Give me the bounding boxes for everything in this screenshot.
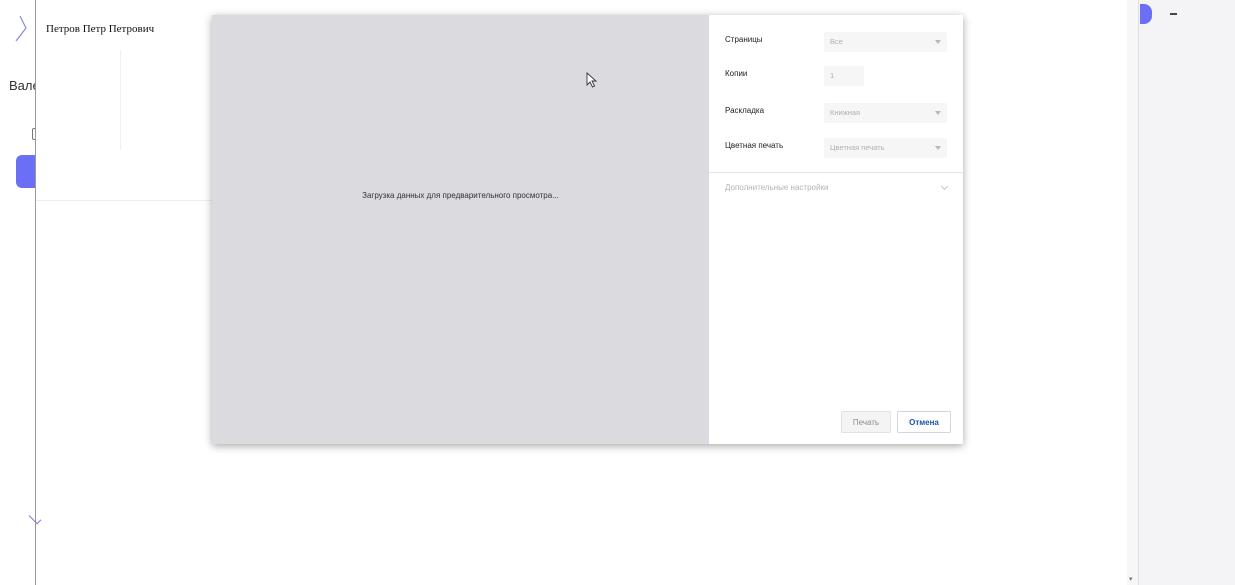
screen: Вале Петров Петр Петрович ▾ Загрузка дан… — [0, 0, 1235, 585]
advanced-settings-toggle[interactable]: Дополнительные настройки — [725, 182, 949, 197]
right-panel-tab[interactable] — [1140, 4, 1152, 24]
color-print-select[interactable]: Цветная печать — [824, 138, 947, 158]
color-print-row: Цветная печать Цветная печать — [725, 138, 947, 158]
advanced-settings-label: Дополнительные настройки — [725, 183, 829, 192]
print-preview: Загрузка данных для предварительного про… — [212, 15, 709, 444]
cancel-button[interactable]: Отмена — [897, 411, 951, 433]
dropdown-caret-icon — [935, 111, 941, 115]
color-print-value: Цветная печать — [830, 143, 885, 152]
pages-select[interactable]: Все — [824, 32, 947, 52]
chevron-down-icon — [940, 182, 949, 191]
preview-loading-message: Загрузка данных для предварительного про… — [362, 191, 559, 200]
layout-row: Раскладка Книжная — [725, 103, 947, 123]
print-settings-panel: Страницы Все Копии 1 Раскладка Книжная Ц… — [709, 15, 963, 444]
person-name: Петров Петр Петрович — [46, 23, 155, 35]
right-panel-marker — [1170, 13, 1177, 15]
copies-value: 1 — [830, 71, 835, 80]
pages-value: Все — [830, 37, 843, 46]
chevron-down-icon — [28, 511, 42, 525]
dropdown-caret-icon — [935, 40, 941, 44]
settings-divider — [709, 172, 963, 173]
scroll-down-icon[interactable]: ▾ — [1129, 575, 1133, 583]
copies-label: Копии — [725, 69, 748, 78]
print-button[interactable]: Печать — [841, 411, 891, 433]
layout-label: Раскладка — [725, 106, 765, 115]
chevron-right-icon — [15, 15, 27, 42]
pages-label: Страницы — [725, 35, 763, 44]
mouse-cursor-icon — [586, 72, 598, 88]
copies-row: Копии 1 — [725, 66, 945, 86]
divider — [120, 50, 121, 150]
layout-select[interactable]: Книжная — [824, 103, 947, 123]
right-panel — [1127, 0, 1235, 585]
pages-row: Страницы Все — [725, 32, 947, 52]
copies-input[interactable]: 1 — [824, 66, 864, 86]
scrollbar[interactable] — [1127, 0, 1139, 585]
color-print-label: Цветная печать — [725, 141, 784, 150]
dropdown-caret-icon — [935, 146, 941, 150]
layout-value: Книжная — [830, 108, 861, 117]
divider — [36, 200, 216, 201]
